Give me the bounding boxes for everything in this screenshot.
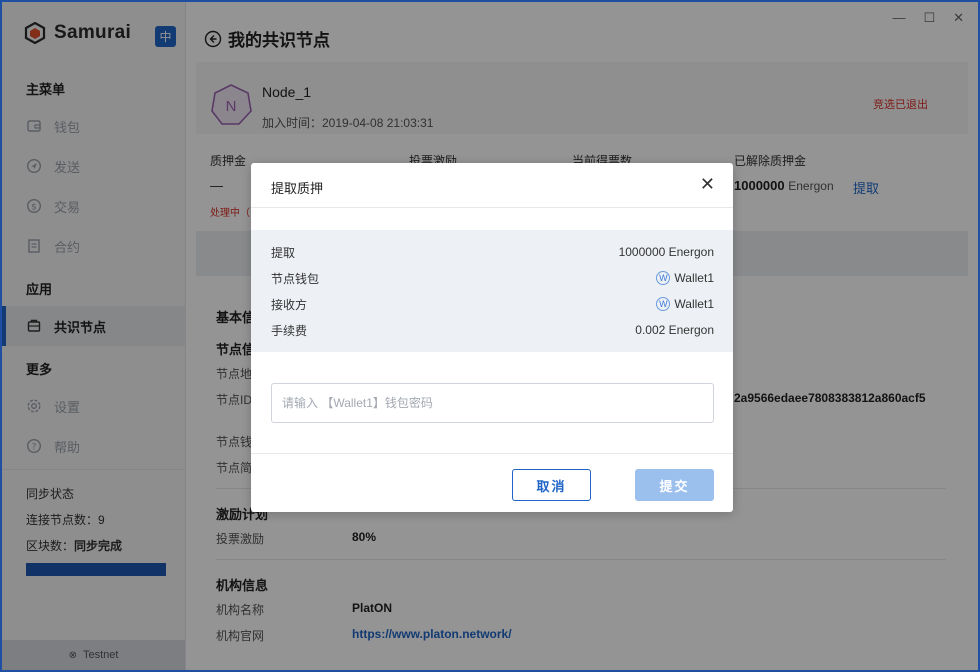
wallet-name: Wallet1: [674, 297, 714, 311]
wallet-password-input[interactable]: [271, 383, 714, 423]
row-value: W Wallet1: [656, 297, 714, 311]
wallet-badge-icon: W: [656, 271, 671, 285]
row-value: 0.002 Energon: [635, 323, 714, 337]
wallet-badge-icon: W: [656, 297, 671, 311]
wallet-name: Wallet1: [674, 271, 714, 285]
submit-button[interactable]: 提交: [635, 469, 714, 501]
dialog-divider: [251, 453, 733, 454]
summary-row-node-wallet: 节点钱包 W Wallet1: [271, 268, 714, 288]
dialog-divider: [251, 207, 733, 208]
amount-value: 1000000 Energon: [618, 245, 714, 259]
dialog-title: 提取质押: [271, 181, 324, 196]
summary-row-receiver: 接收方 W Wallet1: [271, 294, 714, 314]
summary-row-fee: 手续费 0.002 Energon: [271, 320, 714, 340]
app-window: Samurai 中 主菜单 钱包 发送 $ 交易 合约 应用 共识节点 更多 设…: [0, 0, 980, 672]
fee-value: 0.002 Energon: [635, 323, 714, 337]
row-label: 接收方: [271, 297, 308, 312]
summary-row-amount: 提取 1000000 Energon: [271, 242, 714, 262]
row-label: 节点钱包: [271, 271, 320, 286]
row-label: 提取: [271, 245, 296, 260]
row-value: 1000000 Energon: [619, 245, 714, 259]
row-label: 手续费: [271, 323, 308, 338]
cancel-button[interactable]: 取消: [512, 469, 591, 501]
row-value: W Wallet1: [656, 271, 714, 285]
withdraw-deposit-dialog: 提取质押 ✕ 提取 1000000 Energon 节点钱包 W Wallet1 …: [251, 163, 733, 512]
withdraw-summary: 提取 1000000 Energon 节点钱包 W Wallet1 接收方 W Wa…: [251, 230, 733, 352]
close-icon[interactable]: ✕: [700, 175, 715, 193]
